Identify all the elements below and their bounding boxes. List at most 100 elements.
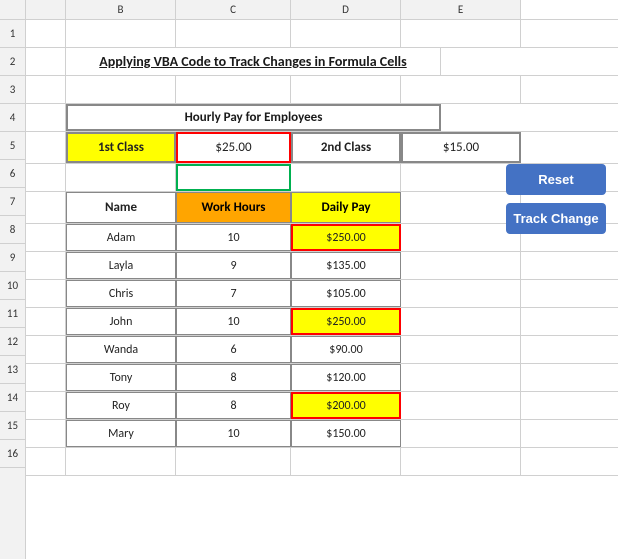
row-9: Layla 9 $135.00 (26, 252, 618, 280)
title-cell: Applying VBA Code to Track Changes in Fo… (66, 48, 441, 75)
cell-16c (176, 448, 291, 475)
cell-8a (26, 224, 66, 251)
employee-pay-2: $105.00 (291, 280, 401, 307)
cell-10e (401, 280, 521, 307)
row-num-10: 10 (0, 272, 25, 300)
cell-16a (26, 448, 66, 475)
cell-16e (401, 448, 521, 475)
row-10: Chris 7 $105.00 (26, 280, 618, 308)
row-num-3: 3 (0, 76, 25, 104)
cell-15e (401, 420, 521, 447)
row-num-13: 13 (0, 356, 25, 384)
row-num-5: 5 (0, 132, 25, 160)
employee-hours-5: 8 (176, 364, 291, 391)
cell-15a (26, 420, 66, 447)
employee-name-0: Adam (66, 224, 176, 251)
cell-11a (26, 308, 66, 335)
buttons-area: Reset Track Change (498, 160, 618, 238)
cell-2a (26, 48, 66, 75)
col-header-c: C (176, 0, 291, 19)
spreadsheet: B C D E 1 2 3 4 5 6 7 8 9 10 11 12 13 14… (0, 0, 618, 559)
employee-hours-7: 10 (176, 420, 291, 447)
class1-label-cell: 1st Class (66, 132, 176, 163)
row-12: Wanda 6 $90.00 (26, 336, 618, 364)
cell-3e (401, 76, 521, 103)
grid-body: 1 2 3 4 5 6 7 8 9 10 11 12 13 14 15 16 (0, 20, 618, 559)
row-num-4: 4 (0, 104, 25, 132)
col-header-a (26, 0, 66, 19)
employee-hours-4: 6 (176, 336, 291, 363)
row-num-12: 12 (0, 328, 25, 356)
cell-12a (26, 336, 66, 363)
reset-button[interactable]: Reset (506, 164, 606, 195)
cell-16b (66, 448, 176, 475)
class2-value: $15.00 (443, 140, 479, 155)
employee-hours-6: 8 (176, 392, 291, 419)
employee-pay-1: $135.00 (291, 252, 401, 279)
cell-1e (401, 20, 521, 47)
row-num-16: 16 (0, 440, 25, 468)
grid-content: Applying VBA Code to Track Changes in Fo… (26, 20, 618, 559)
col-header-d: D (291, 0, 401, 19)
row-num-14: 14 (0, 384, 25, 412)
cell-12e (401, 336, 521, 363)
header-workhours: Work Hours (176, 192, 291, 223)
cell-11e (401, 308, 521, 335)
employee-pay-4: $90.00 (291, 336, 401, 363)
row-1 (26, 20, 618, 48)
employee-name-5: Tony (66, 364, 176, 391)
row-num-15: 15 (0, 412, 25, 440)
header-name: Name (66, 192, 176, 223)
cell-14e (401, 392, 521, 419)
row-num-6: 6 (0, 160, 25, 188)
employee-hours-2: 7 (176, 280, 291, 307)
cell-13e (401, 364, 521, 391)
row-15: Mary 10 $150.00 (26, 420, 618, 448)
cell-3d (291, 76, 401, 103)
row-16 (26, 448, 618, 476)
corner-cell (0, 0, 26, 19)
row-11: John 10 $250.00 (26, 308, 618, 336)
employee-name-1: Layla (66, 252, 176, 279)
track-change-button[interactable]: Track Change (506, 203, 606, 234)
cell-6c (176, 164, 291, 191)
row-num-9: 9 (0, 244, 25, 272)
row-14: Roy 8 $200.00 (26, 392, 618, 420)
row-3 (26, 76, 618, 104)
hourly-pay-label: Hourly Pay for Employees (185, 110, 323, 125)
row-2: Applying VBA Code to Track Changes in Fo… (26, 48, 618, 76)
row-num-8: 8 (0, 216, 25, 244)
row-num-11: 11 (0, 300, 25, 328)
header-dailypay: Daily Pay (291, 192, 401, 223)
row-13: Tony 8 $120.00 (26, 364, 618, 392)
cell-5a (26, 132, 66, 163)
cell-1c (176, 20, 291, 47)
cell-4a (26, 104, 66, 131)
col-header-e: E (401, 0, 521, 19)
employee-pay-6: $200.00 (291, 392, 401, 419)
cell-1b (66, 20, 176, 47)
employee-pay-7: $150.00 (291, 420, 401, 447)
class2-label: 2nd Class (321, 140, 371, 155)
cell-1d (291, 20, 401, 47)
employee-name-4: Wanda (66, 336, 176, 363)
employee-hours-3: 10 (176, 308, 291, 335)
header-workhours-label: Work Hours (202, 200, 266, 215)
class1-value: $25.00 (215, 140, 251, 155)
cell-6a (26, 164, 66, 191)
row-numbers: 1 2 3 4 5 6 7 8 9 10 11 12 13 14 15 16 (0, 20, 26, 559)
employee-pay-3: $250.00 (291, 308, 401, 335)
class2-label-cell: 2nd Class (291, 132, 401, 163)
cell-3a (26, 76, 66, 103)
employee-name-2: Chris (66, 280, 176, 307)
cell-10a (26, 280, 66, 307)
class1-value-cell: $25.00 (176, 132, 291, 163)
employee-pay-0: $250.00 (291, 224, 401, 251)
employee-name-3: John (66, 308, 176, 335)
employee-hours-0: 10 (176, 224, 291, 251)
col-header-b: B (66, 0, 176, 19)
cell-3b (66, 76, 176, 103)
cell-13a (26, 364, 66, 391)
cell-16d (291, 448, 401, 475)
header-dailypay-label: Daily Pay (321, 200, 370, 215)
